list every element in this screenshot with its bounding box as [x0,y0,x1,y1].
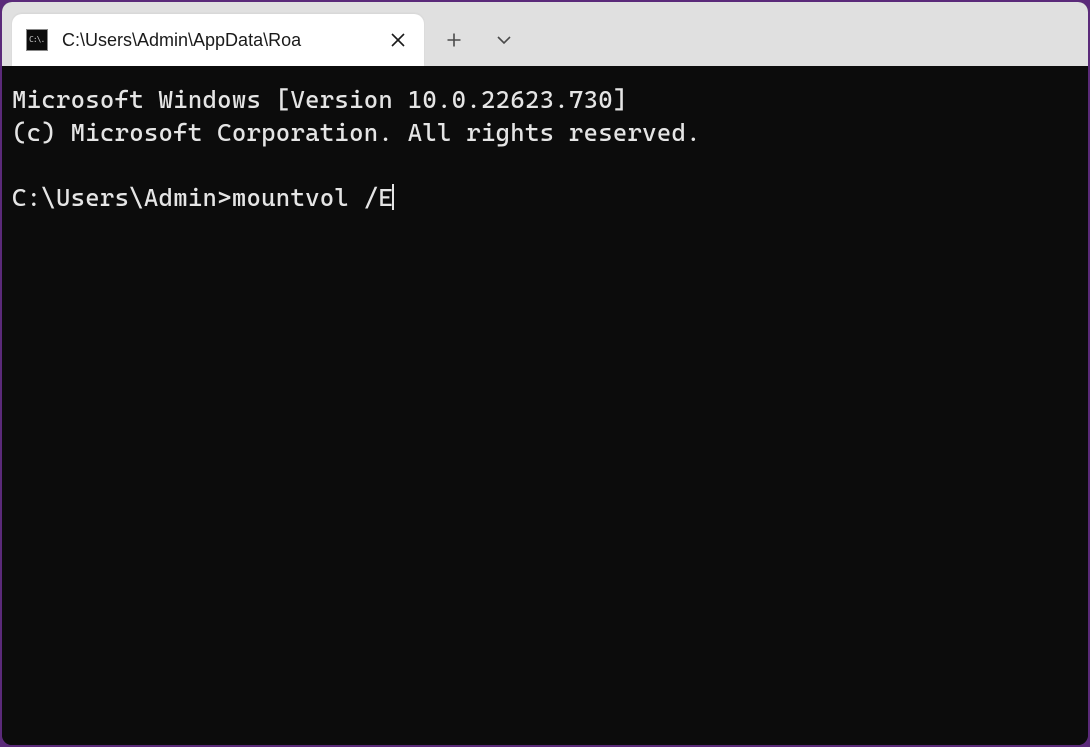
close-tab-button[interactable] [384,26,412,54]
text-cursor [392,184,394,210]
plus-icon [446,32,462,48]
terminal-content[interactable]: Microsoft Windows [Version 10.0.22623.73… [2,66,1088,745]
command-text: mountvol /E [232,183,393,212]
close-icon [391,33,405,47]
banner-line-2: (c) Microsoft Corporation. All rights re… [12,117,1078,150]
prompt-text: C:\Users\Admin> [12,183,232,212]
cmd-icon: C:\. [26,29,48,51]
tab-dropdown-button[interactable] [482,20,526,60]
tab-title: C:\Users\Admin\AppData\Roa [62,30,376,51]
titlebar: C:\. C:\Users\Admin\AppData\Roa [2,2,1088,66]
blank-line [12,150,1078,183]
chevron-down-icon [496,35,512,45]
new-tab-button[interactable] [432,20,476,60]
titlebar-actions [432,14,526,66]
tab-active[interactable]: C:\. C:\Users\Admin\AppData\Roa [12,14,424,66]
terminal-window: C:\. C:\Users\Admin\AppData\Roa [2,2,1088,745]
banner-line-1: Microsoft Windows [Version 10.0.22623.73… [12,84,1078,117]
cmd-icon-text: C:\. [29,36,44,44]
prompt-line: C:\Users\Admin>mountvol /E [12,182,1078,215]
